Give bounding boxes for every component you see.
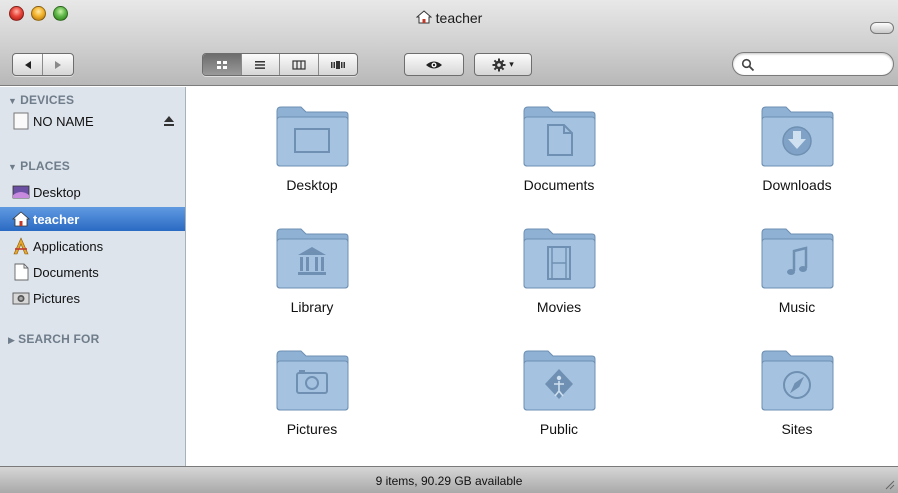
title-toolbar: teacher ▾ bbox=[0, 0, 898, 86]
sidebar-item-label: Documents bbox=[33, 264, 99, 280]
folder-label: Movies bbox=[536, 299, 582, 315]
folder-label: Downloads bbox=[762, 177, 832, 193]
gear-icon bbox=[492, 58, 506, 71]
folder-label: Pictures bbox=[286, 421, 338, 437]
sites-folder-icon bbox=[761, 350, 834, 411]
folder-item-documents[interactable]: Documents bbox=[479, 105, 639, 193]
sidebar-item-teacher[interactable]: teacher bbox=[0, 207, 185, 231]
sidebar-item-no-name[interactable]: NO NAME bbox=[0, 109, 185, 133]
downloads-folder-icon bbox=[761, 106, 834, 167]
sidebar-devices-header-label: DEVICES bbox=[20, 93, 75, 107]
coverflow-view-button[interactable] bbox=[319, 54, 357, 75]
resize-grip-icon[interactable] bbox=[883, 478, 895, 490]
forward-button[interactable] bbox=[43, 54, 73, 75]
window-title-text: teacher bbox=[435, 10, 483, 26]
eject-icon[interactable] bbox=[162, 114, 176, 128]
sidebar-item-label: teacher bbox=[33, 211, 80, 227]
folder-item-public[interactable]: Public bbox=[479, 349, 639, 437]
library-folder-icon bbox=[276, 228, 349, 289]
chevron-down-icon: ▾ bbox=[509, 59, 514, 69]
folder-item-music[interactable]: Music bbox=[717, 227, 877, 315]
sidebar-item-pictures[interactable]: Pictures bbox=[0, 286, 185, 310]
sidebar-item-applications[interactable]: Applications bbox=[0, 234, 185, 258]
movies-folder-icon bbox=[523, 228, 596, 289]
sidebar-item-label: Applications bbox=[33, 238, 104, 254]
disclosure-open-icon: ▼ bbox=[8, 96, 18, 106]
disclosure-closed-icon: ▶ bbox=[8, 335, 16, 345]
desktop-icon bbox=[12, 185, 30, 199]
folder-label: Sites bbox=[781, 421, 813, 437]
folder-item-pictures[interactable]: Pictures bbox=[232, 349, 392, 437]
list-view-icon bbox=[255, 60, 266, 69]
folder-item-movies[interactable]: Movies bbox=[479, 227, 639, 315]
sidebar: ▼ DEVICES NO NAME ▼ PLACES Desktop teach… bbox=[0, 87, 186, 466]
status-text: 9 items, 90.29 GB available bbox=[375, 474, 523, 488]
search-field[interactable] bbox=[732, 52, 894, 76]
folder-label: Library bbox=[290, 299, 334, 315]
folder-item-library[interactable]: Library bbox=[232, 227, 392, 315]
folder-label: Documents bbox=[523, 177, 595, 193]
back-forward-control bbox=[12, 53, 74, 76]
eye-icon bbox=[426, 61, 442, 68]
forward-arrow-icon bbox=[55, 60, 61, 69]
music-folder-icon bbox=[761, 228, 834, 289]
documents-folder-icon bbox=[523, 106, 596, 167]
sidebar-devices-header[interactable]: ▼ DEVICES bbox=[8, 93, 74, 107]
folder-item-downloads[interactable]: Downloads bbox=[717, 105, 877, 193]
documents-icon bbox=[14, 263, 29, 281]
folder-item-desktop[interactable]: Desktop bbox=[232, 105, 392, 193]
sidebar-search-header-label: SEARCH FOR bbox=[18, 332, 100, 346]
sidebar-places-header[interactable]: ▼ PLACES bbox=[8, 159, 70, 173]
folder-label: Public bbox=[539, 421, 579, 437]
folder-label: Desktop bbox=[286, 177, 338, 193]
sidebar-item-label: NO NAME bbox=[33, 113, 94, 129]
sidebar-item-desktop[interactable]: Desktop bbox=[0, 180, 185, 204]
icon-view-button[interactable] bbox=[203, 54, 242, 75]
finder-window: teacher ▾ ▼ DEVICES NO NAME ▼ PLACES Des… bbox=[0, 0, 898, 493]
list-view-button[interactable] bbox=[242, 54, 280, 75]
pictures-folder-icon bbox=[276, 350, 349, 411]
view-mode-control bbox=[202, 53, 358, 76]
action-menu-button[interactable]: ▾ bbox=[474, 53, 532, 76]
column-view-icon bbox=[292, 59, 306, 70]
sidebar-item-documents[interactable]: Documents bbox=[0, 260, 185, 284]
public-folder-icon bbox=[523, 350, 596, 411]
icon-view-icon bbox=[216, 60, 227, 69]
status-bar: 9 items, 90.29 GB available bbox=[0, 466, 898, 493]
sidebar-places-header-label: PLACES bbox=[20, 159, 70, 173]
file-icon-grid: Desktop Documents Downloads Library Movi… bbox=[187, 87, 898, 466]
applications-icon bbox=[13, 237, 29, 255]
toolbar-toggle-button[interactable] bbox=[870, 22, 894, 34]
home-icon bbox=[12, 211, 30, 227]
drive-icon bbox=[13, 112, 29, 130]
sidebar-search-header[interactable]: ▶ SEARCH FOR bbox=[8, 332, 99, 346]
sidebar-item-label: Pictures bbox=[33, 290, 80, 306]
coverflow-view-icon bbox=[330, 60, 345, 69]
desktop-folder-icon bbox=[276, 106, 349, 167]
pictures-icon bbox=[12, 292, 30, 305]
folder-label: Music bbox=[778, 299, 816, 315]
search-icon bbox=[741, 58, 755, 72]
sidebar-item-label: Desktop bbox=[33, 184, 81, 200]
back-button[interactable] bbox=[13, 54, 44, 75]
disclosure-open-icon: ▼ bbox=[8, 162, 18, 172]
back-arrow-icon bbox=[24, 60, 31, 69]
quick-look-button[interactable] bbox=[404, 53, 464, 76]
window-title: teacher bbox=[0, 10, 898, 26]
home-icon bbox=[415, 10, 432, 24]
folder-item-sites[interactable]: Sites bbox=[717, 349, 877, 437]
search-input[interactable] bbox=[757, 56, 885, 73]
column-view-button[interactable] bbox=[280, 54, 319, 75]
